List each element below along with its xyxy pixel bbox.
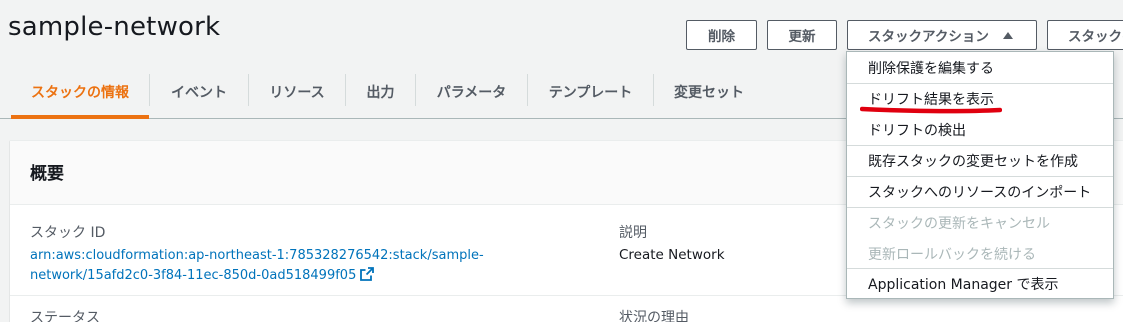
tab-change-sets[interactable]: 変更セット — [654, 66, 764, 118]
description-value: Create Network — [619, 247, 725, 263]
tab-template[interactable]: テンプレート — [528, 66, 653, 118]
stack-actions-label: スタックアクション — [868, 29, 989, 45]
caret-up-icon — [1002, 31, 1013, 39]
overview-title: 概要 — [30, 164, 64, 184]
menu-item-view-in-application-manager[interactable]: Application Manager で表示 — [847, 268, 1113, 299]
stack-actions-menu: 削除保護を編集する ドリフト結果を表示 ドリフトの検出 既存スタックの変更セット… — [846, 51, 1114, 299]
menu-item-detect-drift[interactable]: ドリフトの検出 — [847, 114, 1113, 145]
tab-events[interactable]: イベント — [150, 66, 248, 118]
external-link-icon[interactable] — [360, 267, 375, 288]
status-label: ステータス — [30, 310, 100, 322]
page-title: sample-network — [8, 12, 221, 42]
menu-item-cancel-update: スタックの更新をキャンセル — [868, 215, 1050, 232]
tab-parameters[interactable]: パラメータ — [416, 66, 527, 118]
create-stack-button[interactable]: スタックの作成 — [1047, 20, 1123, 50]
stack-id-label: スタック ID — [30, 225, 106, 241]
menu-item-continue-rollback: 更新ロールバックを続ける — [868, 246, 1036, 263]
tab-resources[interactable]: リソース — [249, 66, 345, 118]
delete-button[interactable]: 削除 — [686, 20, 757, 50]
tab-stack-info[interactable]: スタックの情報 — [11, 66, 149, 119]
tab-outputs[interactable]: 出力 — [346, 66, 415, 118]
menu-item-edit-termination-protection[interactable]: 削除保護を編集する — [847, 52, 1113, 83]
description-label: 説明 — [619, 225, 647, 241]
menu-item-import-resources[interactable]: スタックへのリソースのインポート — [847, 176, 1113, 207]
stack-id-link[interactable]: arn:aws:cloudformation:ap-northeast-1:78… — [30, 246, 530, 288]
update-button[interactable]: 更新 — [767, 20, 837, 50]
red-underline-annotation — [860, 106, 1002, 114]
stack-actions-button[interactable]: スタックアクション — [847, 20, 1037, 50]
status-reason-label: 状況の理由 — [619, 310, 689, 322]
menu-item-create-change-set[interactable]: 既存スタックの変更セットを作成 — [847, 145, 1113, 176]
stack-id-value[interactable]: arn:aws:cloudformation:ap-northeast-1:78… — [30, 248, 484, 283]
